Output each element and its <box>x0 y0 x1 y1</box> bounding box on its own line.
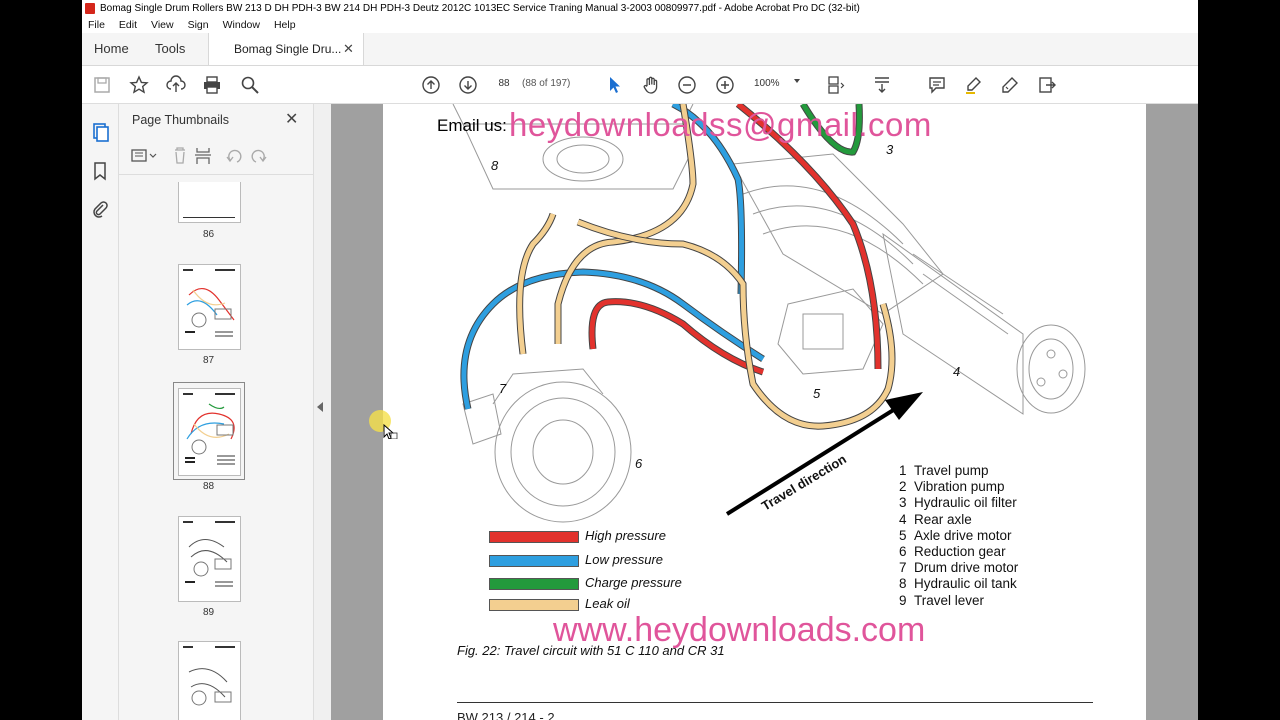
legend-swatch-leak-oil <box>489 599 579 611</box>
tab-document[interactable]: Bomag Single Dru... ✕ <box>208 33 364 65</box>
thumbnail-page-88[interactable] <box>178 388 241 476</box>
thumbnail-page-86[interactable] <box>178 182 241 223</box>
email-watermark: heydownloadss@gmail.com <box>509 106 932 143</box>
callout-7: 7 <box>499 381 507 396</box>
star-icon[interactable] <box>128 74 150 96</box>
thumbnail-toolbar <box>129 144 299 168</box>
collapse-panel-icon[interactable] <box>317 402 323 412</box>
thumbnail-label: 87 <box>202 355 215 366</box>
legend-label: Low pressure <box>585 552 664 567</box>
thumbnail-page-87[interactable] <box>178 264 241 350</box>
legend-label: Leak oil <box>585 596 630 611</box>
page-thumbnails-icon[interactable] <box>90 122 110 142</box>
legend-swatch-charge-pressure <box>489 578 579 590</box>
zoom-level-dropdown[interactable]: 100% <box>754 75 780 93</box>
travel-direction-label: Travel direction <box>759 451 849 513</box>
main-toolbar: 88 (88 of 197) 100% <box>82 66 1198 104</box>
menu-file[interactable]: File <box>88 19 105 31</box>
zoom-search-icon[interactable] <box>239 74 261 96</box>
acrobat-window: Bomag Single Drum Rollers BW 213 D DH PD… <box>82 0 1198 720</box>
parts-list: 1 Travel pump 2 Vibration pump 3 Hydraulic … <box>899 463 1018 609</box>
print-icon[interactable] <box>201 74 223 96</box>
page-footer: BW 213 / 214 - 2 <box>457 710 555 720</box>
zoom-in-icon[interactable] <box>714 74 736 96</box>
title-bar: Bomag Single Drum Rollers BW 213 D DH PD… <box>82 0 1198 16</box>
next-page-icon[interactable] <box>457 74 479 96</box>
highlight-icon[interactable] <box>962 74 984 96</box>
legend-label: Charge pressure <box>585 575 682 590</box>
menu-window[interactable]: Window <box>223 19 260 31</box>
tab-tools[interactable]: Tools <box>155 33 185 65</box>
list-item: 5 Axle drive motor <box>899 527 1012 543</box>
rotate-left-icon[interactable] <box>226 149 242 163</box>
list-item: 2 Vibration pump <box>899 479 1005 495</box>
callout-8: 8 <box>491 158 499 173</box>
close-panel-icon[interactable]: ✕ <box>285 109 298 129</box>
menu-edit[interactable]: Edit <box>119 19 137 31</box>
list-item: 4 Rear axle <box>899 511 972 527</box>
bookmark-icon[interactable] <box>90 161 110 181</box>
panel-title: Page Thumbnails <box>132 113 230 127</box>
navigation-rail <box>82 104 119 720</box>
menu-bar: File Edit View Sign Window Help <box>82 16 1198 33</box>
thumbnail-page-90[interactable] <box>178 641 241 720</box>
legend-swatch-low-pressure <box>489 555 579 567</box>
pdf-page: Travel direction Email us: heydownloadss… <box>383 104 1146 720</box>
page-thumbnails-panel: Page Thumbnails ✕ 86 87 88 89 <box>119 104 343 720</box>
list-item: 7 Drum drive motor <box>899 560 1019 576</box>
legend-swatch-high-pressure <box>489 531 579 543</box>
attachment-icon[interactable] <box>90 199 110 219</box>
page-layout-icon[interactable] <box>825 74 847 96</box>
callout-5: 5 <box>813 386 821 401</box>
page-count: (88 of 197) <box>522 78 571 89</box>
scroll-mode-icon[interactable] <box>871 74 893 96</box>
hand-icon[interactable] <box>640 74 662 96</box>
acrobat-app-icon <box>85 2 95 14</box>
list-item: 1 Travel pump <box>899 463 989 478</box>
close-tab-icon[interactable]: ✕ <box>343 33 354 65</box>
callout-6: 6 <box>635 456 643 471</box>
thumbnail-list: 86 87 88 89 <box>119 182 297 720</box>
mouse-cursor <box>368 409 398 440</box>
select-arrow-icon[interactable] <box>603 74 625 96</box>
footer-divider <box>457 702 1093 703</box>
email-label: Email us: <box>437 116 507 135</box>
callout-4: 4 <box>953 364 961 379</box>
tab-bar: Home Tools Bomag Single Dru... ✕ <box>82 33 1198 66</box>
sign-icon[interactable] <box>999 74 1021 96</box>
share-icon[interactable] <box>1036 74 1058 96</box>
upload-icon[interactable] <box>165 74 187 96</box>
comment-icon[interactable] <box>926 74 948 96</box>
list-item: 6 Reduction gear <box>899 543 1006 559</box>
legend-label: High pressure <box>585 528 666 543</box>
website-watermark: www.heydownloads.com <box>553 611 926 649</box>
insert-page-icon[interactable] <box>195 148 211 164</box>
delete-page-icon[interactable] <box>175 147 185 164</box>
thumbnail-label: 86 <box>202 229 215 240</box>
list-item: 8 Hydraulic oil tank <box>899 576 1017 592</box>
tab-home[interactable]: Home <box>94 33 129 65</box>
page-number-input[interactable]: 88 <box>494 75 514 93</box>
list-item: 3 Hydraulic oil filter <box>899 495 1017 511</box>
zoom-out-icon[interactable] <box>676 74 698 96</box>
save-icon[interactable] <box>91 74 113 96</box>
options-menu-icon[interactable] <box>131 149 157 162</box>
thumbnail-label: 88 <box>202 481 215 492</box>
document-tab-label: Bomag Single Dru... <box>234 42 342 56</box>
chevron-down-icon[interactable] <box>794 79 800 83</box>
menu-view[interactable]: View <box>151 19 174 31</box>
callout-3: 3 <box>886 142 894 157</box>
rotate-right-icon[interactable] <box>251 149 267 163</box>
window-title: Bomag Single Drum Rollers BW 213 D DH PD… <box>100 2 860 14</box>
menu-help[interactable]: Help <box>274 19 296 31</box>
prev-page-icon[interactable] <box>420 74 442 96</box>
document-viewer[interactable]: Travel direction Email us: heydownloadss… <box>331 104 1198 720</box>
thumbnail-page-89[interactable] <box>178 516 241 602</box>
thumbnail-label: 89 <box>202 607 215 618</box>
travel-direction-arrow <box>725 392 923 516</box>
list-item: 9 Travel lever <box>899 592 985 608</box>
menu-sign[interactable]: Sign <box>188 19 209 31</box>
divider <box>119 174 313 175</box>
